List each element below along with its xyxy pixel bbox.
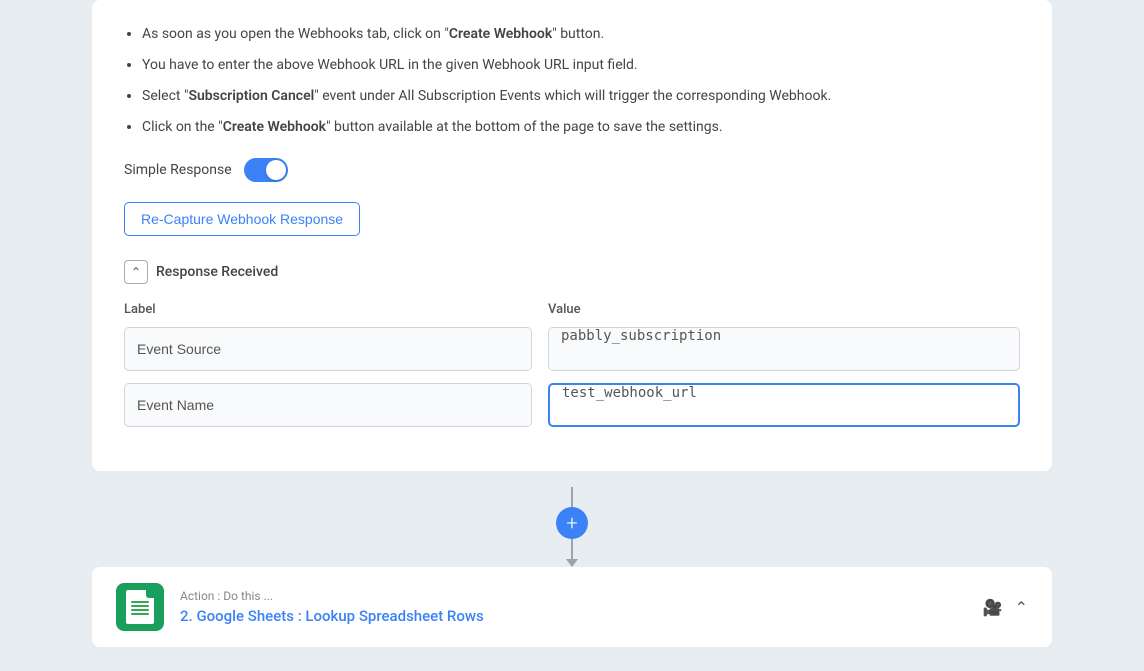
connector-arrow [566,559,578,567]
google-sheets-icon-inner [126,590,154,624]
instruction-item-4: Click on the "Create Webhook" button ava… [142,117,1020,138]
instructions-list: As soon as you open the Webhooks tab, cl… [124,24,1020,138]
response-received-label: Response Received [156,264,278,280]
event-source-label-input[interactable] [124,327,532,371]
response-received-row: ⌃ Response Received [124,260,1020,284]
instruction-item-3: Select "Subscription Cancel" event under… [142,86,1020,107]
instruction-text-2: You have to enter the above Webhook URL … [142,57,638,73]
add-step-button[interactable]: + [556,507,588,539]
google-sheets-icon [116,583,164,631]
label-column-header: Label [124,302,532,317]
simple-response-toggle[interactable] [244,158,288,182]
google-sheets-icon-lines [131,601,149,617]
action-description: Lookup Spreadsheet Rows [305,607,483,625]
event-name-value-input[interactable]: test_webhook_url [548,383,1020,427]
action-app-name: Google Sheets [196,607,294,625]
action-controls: 🎥 ⌃ [983,598,1028,617]
bold-text-4: Create Webhook [223,119,326,135]
field-row-1: pabbly_subscription [124,327,1020,371]
gs-line-2 [131,605,149,607]
event-source-value-input[interactable]: pabbly_subscription [548,327,1020,371]
bold-text-1: Create Webhook [449,26,552,42]
expand-icon[interactable]: ⌃ [1015,598,1028,617]
instruction-item-1: As soon as you open the Webhooks tab, cl… [142,24,1020,45]
simple-response-label: Simple Response [124,162,232,178]
plus-icon: + [566,513,577,533]
recapture-webhook-button[interactable]: Re-Capture Webhook Response [124,202,360,236]
connector: + [556,471,588,567]
chevron-up-icon: ⌃ [131,265,141,279]
collapse-button[interactable]: ⌃ [124,260,148,284]
connector-line-top [571,487,573,507]
connector-line-bottom [571,539,573,559]
event-name-label-input[interactable] [124,383,532,427]
video-icon[interactable]: 🎥 [983,598,1003,617]
action-number: 2. [180,607,193,625]
gs-line-3 [131,609,149,611]
column-headers: Label Value [124,302,1020,317]
instruction-item-2: You have to enter the above Webhook URL … [142,55,1020,76]
bold-text-3: Subscription Cancel [188,88,314,104]
gs-line-4 [131,613,149,615]
webhook-setup-card: As soon as you open the Webhooks tab, cl… [92,0,1052,471]
gs-line-1 [131,601,149,603]
action-main-label: 2. Google Sheets : Lookup Spreadsheet Ro… [180,607,967,625]
simple-response-row: Simple Response [124,158,1020,182]
value-column-header: Value [548,302,1020,317]
action-prefix-label: Action : Do this ... [180,589,967,603]
google-sheets-text-block: Action : Do this ... 2. Google Sheets : … [180,589,967,625]
field-row-2: test_webhook_url [124,383,1020,427]
page-container: As soon as you open the Webhooks tab, cl… [0,0,1144,671]
google-sheets-card: Action : Do this ... 2. Google Sheets : … [92,567,1052,647]
